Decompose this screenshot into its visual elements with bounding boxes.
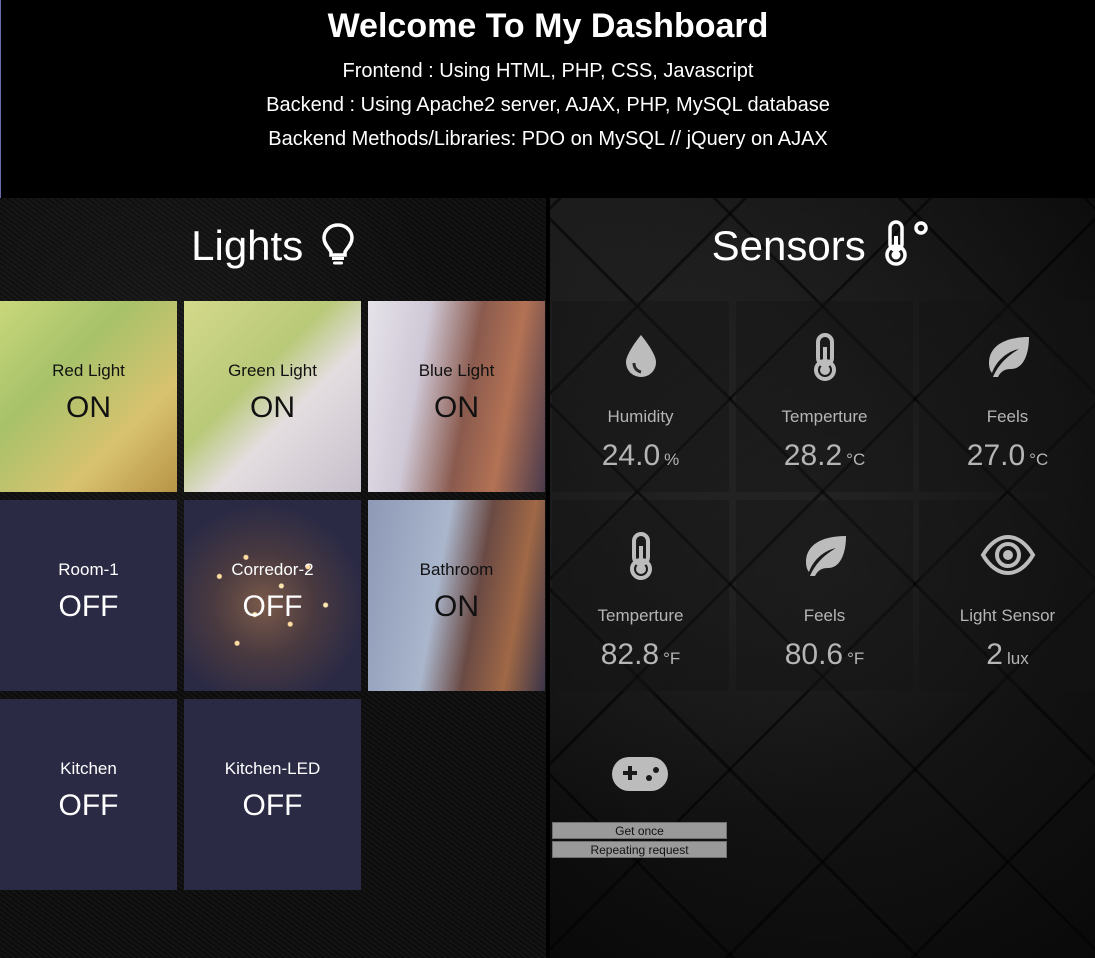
sensor-value: 28.2 °C [783,439,866,472]
thermometer-degree-icon [885,220,929,266]
sensor-tile-feels-c: Feels 27.0 °C [919,301,1095,492]
page-title: Welcome To My Dashboard [327,7,769,45]
light-state: OFF [58,789,119,822]
sensor-label: Light Sensor [959,606,1056,625]
light-name: Kitchen-LED [224,759,321,778]
leaf-icon [919,333,1095,381]
light-tile-green-light[interactable]: Green Light ON [184,301,361,492]
light-tile-kitchen[interactable]: Kitchen OFF [0,699,177,890]
sensor-tile-humidity: Humidity 24.0% [552,301,729,492]
eye-icon [919,532,1095,580]
light-tile-red-light[interactable]: Red Light ON [0,301,177,492]
sensor-label: Feels [986,407,1029,426]
light-state: OFF [58,590,119,623]
light-name: Corredor-2 [231,560,314,579]
light-name: Blue Light [418,361,495,380]
header-methods-line: Backend Methods/Libraries: PDO on MySQL … [268,128,828,150]
header: Welcome To My Dashboard Frontend : Using… [0,0,1095,198]
leaf-icon [736,532,913,580]
sensor-value: 2 lux [986,638,1029,671]
thermometer-icon [552,532,729,580]
light-state: OFF [242,789,303,822]
light-name: Kitchen [60,759,117,778]
sensors-title: Sensors [550,220,1095,272]
sensor-label: Temperture [597,606,684,625]
droplet-icon [552,333,729,381]
light-name: Red Light [52,361,125,380]
sensor-value: 80.6 °F [784,638,865,671]
light-name: Bathroom [419,560,494,579]
light-name: Green Light [228,361,317,380]
sensor-value: 82.8 °F [600,638,681,671]
sensor-value: 24.0% [601,439,680,472]
light-tile-blue-light[interactable]: Blue Light ON [368,301,545,492]
lightbulb-icon [322,223,354,265]
light-state: ON [250,391,295,424]
light-tile-room-1[interactable]: Room-1 OFF [0,500,177,691]
light-tile-bathroom[interactable]: Bathroom ON [368,500,545,691]
sensor-label: Humidity [607,407,674,426]
repeating-request-button[interactable]: Repeating request [552,841,727,858]
light-tile-kitchen-led[interactable]: Kitchen-LED OFF [184,699,361,890]
sensor-label: Temperture [781,407,868,426]
light-name: Room-1 [58,560,119,579]
gamepad-icon [612,757,668,791]
header-backend-line: Backend : Using Apache2 server, AJAX, PH… [266,94,830,116]
get-once-button[interactable]: Get once [552,822,727,839]
sensors-title-text: Sensors [711,222,866,269]
sensor-tile-light-sensor: Light Sensor 2 lux [919,500,1095,691]
sensor-tile-temperature-f: Temperture 82.8 °F [552,500,729,691]
request-controls: Get once Repeating request [552,700,729,891]
lights-title-text: Lights [191,222,304,269]
light-state: ON [434,391,479,424]
light-state: OFF [242,590,303,623]
sensor-tile-feels-f: Feels 80.6 °F [736,500,913,691]
header-frontend-line: Frontend : Using HTML, PHP, CSS, Javascr… [342,60,754,82]
lights-title: Lights [0,220,546,272]
sensor-tile-temperature-c: Temperture 28.2 °C [736,301,913,492]
light-state: ON [434,590,479,623]
sensor-label: Feels [803,606,846,625]
light-state: ON [66,391,111,424]
sensor-value: 27.0 °C [966,439,1049,472]
thermometer-icon [736,333,913,381]
light-tile-corredor-2[interactable]: Corredor-2 OFF [184,500,361,691]
